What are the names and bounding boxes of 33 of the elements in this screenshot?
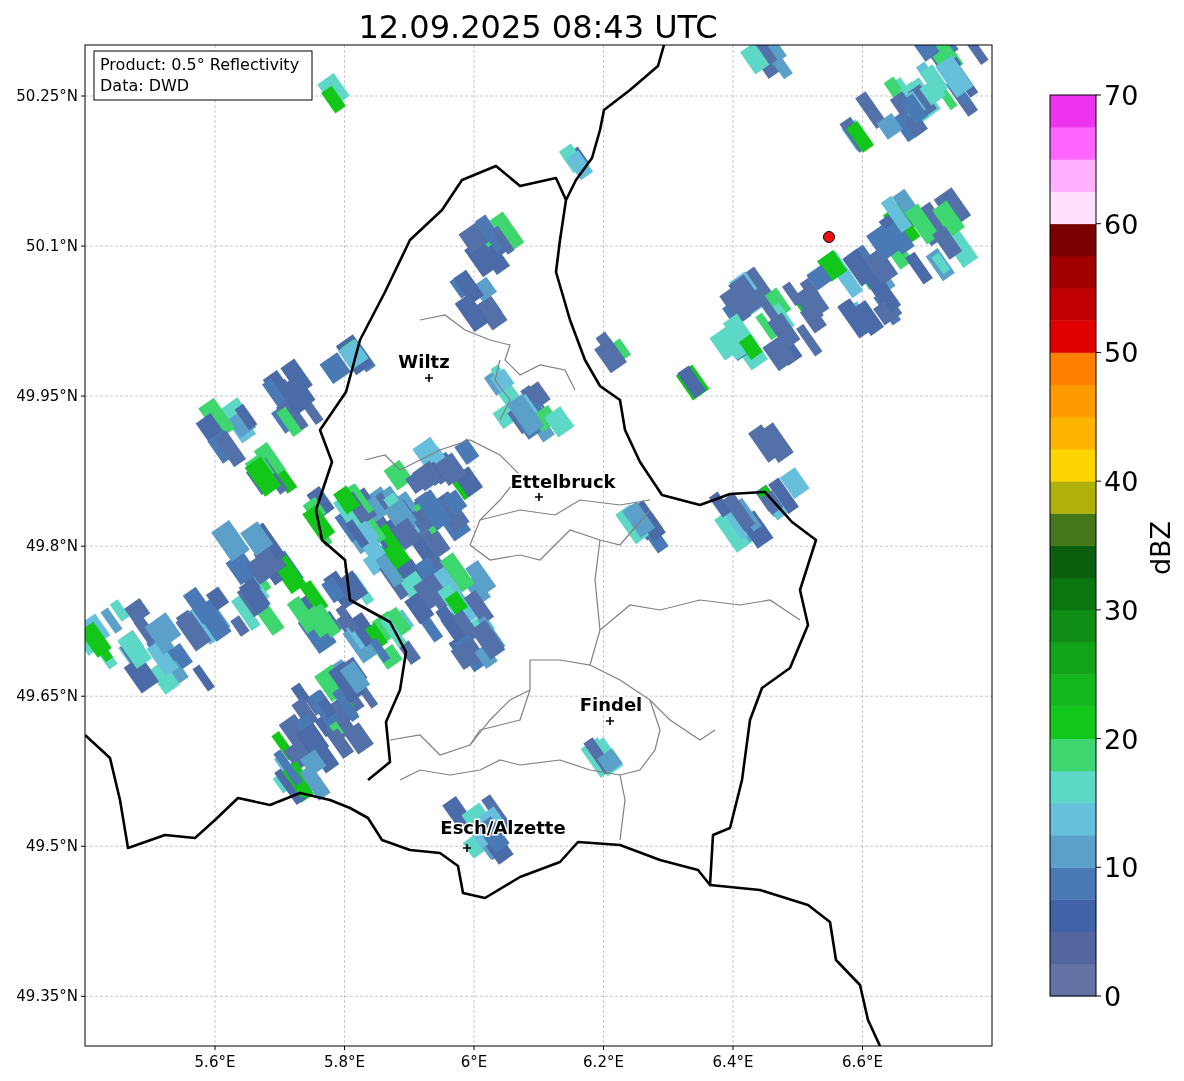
place-label: Ettelbruck [510,471,616,492]
colorbar-tick-label: 0 [1104,981,1122,1012]
colorbar-tick-label: 50 [1104,337,1139,369]
colorbar-tick-label: 20 [1104,723,1139,755]
axis-tick-label: 50.1°N [25,237,78,256]
axis-tick-label: 49.95°N [16,387,78,406]
colorbar-tick-label: 60 [1104,208,1139,240]
legend-text: Data: DWD [100,76,190,95]
axis-tick-label: 49.65°N [16,687,78,706]
station-marker-icon [534,492,544,502]
colorbar-tick-label: 10 [1104,852,1139,884]
station-marker-icon [462,843,472,853]
axis-tick-label: 49.35°N [16,987,78,1006]
colorbar-tick-label: 40 [1104,466,1139,498]
place-label: Findel [579,694,643,715]
axis-tick-label: 49.8°N [25,537,78,556]
colorbar-label: dBZ [1145,520,1176,576]
axis-tick-label: 6°E [460,1053,488,1071]
axis-tick-label: 6.2°E [583,1053,624,1071]
axis-tick-label: 5.8°E [324,1053,365,1071]
axis-tick-label: 6.4°E [712,1053,754,1071]
axis-tick-label: 5.6°E [194,1053,236,1071]
axis-tick-label: 50.25°N [16,87,78,105]
location-dot-icon [823,231,835,243]
chart-title: 12.09.2025 08:43 UTC [358,8,718,46]
axis-tick-label: 6.6°E [842,1053,883,1071]
colorbar-tick-label: 30 [1104,594,1139,626]
legend-text: Product: 0.5° Reflectivity [100,55,300,74]
station-marker-icon [424,373,434,383]
place-label: Wiltz [398,351,450,372]
station-marker-icon [605,716,615,726]
colorbar-tick-label: 70 [1104,80,1139,111]
axis-tick-label: 49.5°N [25,837,78,856]
